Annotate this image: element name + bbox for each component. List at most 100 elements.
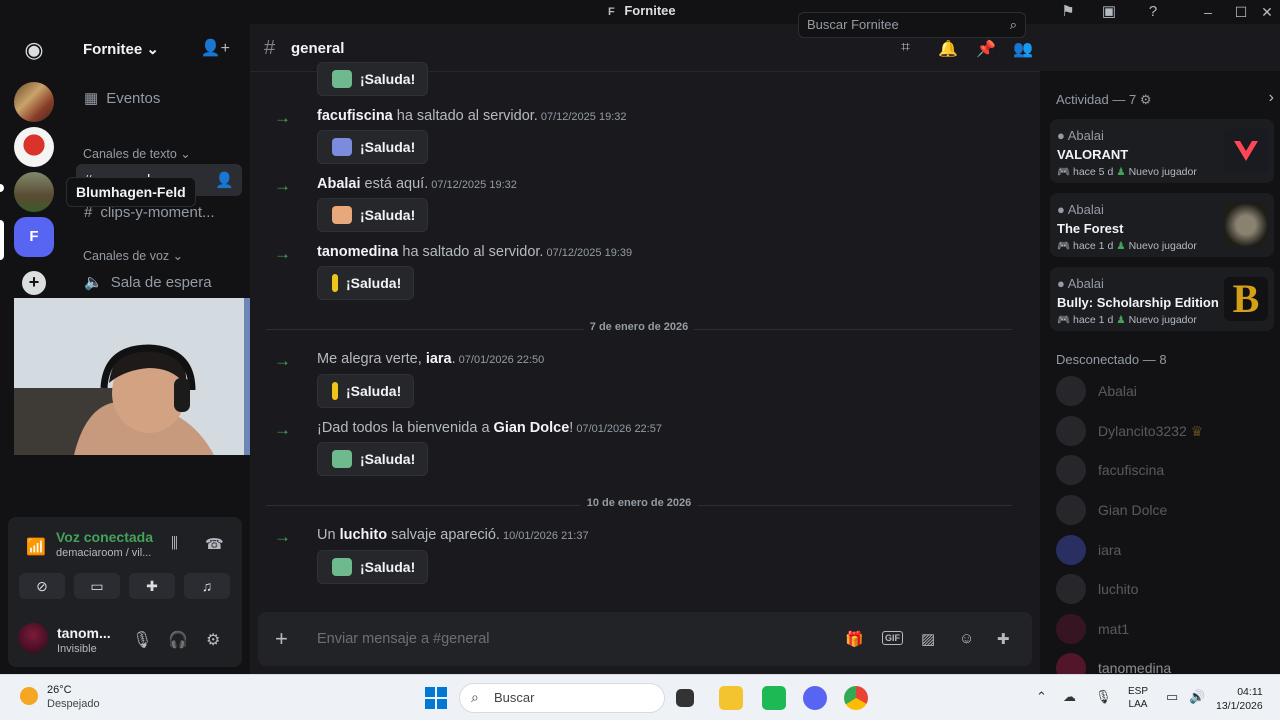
invite-icon[interactable]: 👤+	[201, 38, 230, 58]
network-icon[interactable]: ▭	[1166, 689, 1178, 705]
noise-suppression-icon[interactable]: ⫼	[171, 535, 178, 552]
member-name[interactable]: iara	[426, 351, 452, 367]
activity-user-name: Abalai	[1067, 202, 1104, 217]
minimize-button[interactable]: –	[1195, 2, 1221, 22]
wave-button[interactable]: ¡Saluda!	[317, 62, 429, 96]
help-icon[interactable]: ?	[1143, 2, 1163, 22]
date-divider-label: 7 de enero de 2026	[583, 321, 695, 333]
server-icon-blumhagen[interactable]	[14, 172, 54, 212]
activity-user-name: Abalai	[1067, 276, 1104, 291]
apps-icon[interactable]: ✚	[997, 630, 1010, 648]
voice-category[interactable]: Canales de voz ⌄	[83, 248, 183, 263]
server-icon[interactable]	[14, 127, 54, 167]
activity-card[interactable]: ● Abalai Bully: Scholarship Edition 🎮 ha…	[1050, 267, 1274, 331]
wave-button[interactable]: ¡Saluda!	[317, 130, 429, 164]
server-initial: F	[607, 6, 615, 18]
voice-location[interactable]: demaciaroom / vil...	[56, 547, 151, 559]
activity-card[interactable]: ● Abalai VALORANT 🎮 hace 5 d ♟ Nuevo jug…	[1050, 119, 1274, 183]
server-fornitee[interactable]: F	[14, 217, 54, 257]
close-button[interactable]: ✕	[1254, 2, 1280, 22]
member-name[interactable]: facufiscina	[317, 108, 393, 124]
member-name[interactable]: Abalai	[317, 176, 361, 192]
app-icon[interactable]	[762, 686, 786, 710]
server-icon[interactable]	[14, 82, 54, 122]
gif-icon[interactable]: GIF	[882, 631, 903, 645]
disconnect-icon[interactable]: ☎	[205, 535, 224, 553]
member-item[interactable]: facufiscina	[1056, 453, 1266, 487]
invite-member-icon[interactable]: 👤	[215, 171, 234, 189]
language-indicator[interactable]: ESP LAA	[1128, 685, 1148, 711]
headphones-icon[interactable]: 🎧	[168, 630, 188, 650]
inbox-icon[interactable]: ▣	[1099, 2, 1119, 22]
wave-label: ¡Saluda!	[360, 559, 416, 575]
sticker-picker-icon[interactable]: ▨	[921, 630, 935, 648]
microphone-icon[interactable]: 🎙	[1095, 689, 1112, 705]
message-composer[interactable]: + Enviar mensaje a #general 🎁 GIF ▨ ☺ ✚	[258, 612, 1032, 666]
add-server-icon[interactable]: +	[22, 271, 46, 295]
flag-icon[interactable]: ⚑	[1058, 2, 1078, 22]
activity-user: ● Abalai	[1057, 202, 1104, 217]
voice-channel-sala[interactable]: 🔈 Sala de espera	[76, 266, 242, 298]
member-name[interactable]: tanomedina	[317, 244, 398, 260]
timestamp: 10/01/2026 21:37	[502, 530, 589, 542]
message-input[interactable]: Enviar mensaje a #general	[317, 631, 490, 647]
file-explorer-app-icon[interactable]	[676, 689, 694, 707]
wave-button[interactable]: ¡Saluda!	[317, 442, 429, 476]
taskbar-search[interactable]: ⌕ Buscar	[459, 683, 665, 713]
screen-share-button[interactable]: ▭	[74, 573, 120, 599]
chrome-app-icon[interactable]	[844, 686, 868, 710]
events-item[interactable]: ▦ Eventos	[76, 82, 242, 114]
wave-button[interactable]: ¡Saluda!	[317, 198, 429, 232]
member-item[interactable]: iara	[1056, 533, 1266, 567]
activity-meta: 🎮 hace 5 d ♟ Nuevo jugador	[1057, 166, 1197, 178]
message-suffix: .	[451, 351, 456, 367]
member-item[interactable]: tanomedina	[1056, 651, 1266, 674]
username[interactable]: tanom...	[57, 625, 111, 641]
soundboard-button[interactable]: ♫	[184, 573, 230, 599]
member-item[interactable]: mat1	[1056, 612, 1266, 646]
search-input[interactable]: Buscar Fornitee ⌕	[798, 12, 1026, 38]
member-item[interactable]: luchito	[1056, 572, 1266, 606]
discord-app-icon[interactable]	[803, 686, 827, 710]
settings-gear-icon[interactable]: ⚙	[206, 630, 220, 650]
member-list-icon[interactable]: 👥	[1013, 39, 1033, 59]
text-category[interactable]: Canales de texto ⌄	[83, 146, 191, 161]
message-text: tanomedina ha saltado al servidor. 07/12/…	[317, 244, 632, 260]
discord-home-icon[interactable]: ◉	[14, 30, 54, 70]
wave-button[interactable]: ¡Saluda!	[317, 266, 415, 300]
taskbar: 26°C Despejado ⌕ Buscar ⌃ ☁ 🎙 ESP LAA ▭ 🔊 …	[0, 674, 1280, 720]
member-item[interactable]: Dylancito3232 ♛	[1056, 414, 1266, 448]
emoji-icon[interactable]: ☺	[959, 630, 974, 647]
chevron-up-icon[interactable]: ⌃	[1036, 689, 1047, 705]
notification-bell-icon[interactable]: 🔔	[938, 39, 958, 59]
server-name[interactable]: Fornitee ⌄	[83, 40, 159, 58]
voice-status[interactable]: Voz conectada	[56, 529, 153, 545]
wave-button[interactable]: ¡Saluda!	[317, 374, 415, 408]
voice-channel-label: Sala de espera	[110, 273, 212, 291]
windows-start-icon[interactable]	[425, 687, 447, 709]
microphone-icon[interactable]: 🎙	[132, 630, 152, 650]
volume-icon[interactable]: 🔊	[1189, 689, 1205, 705]
onedrive-icon[interactable]: ☁	[1063, 689, 1076, 705]
member-item[interactable]: Gian Dolce	[1056, 493, 1266, 527]
folder-app-icon[interactable]	[719, 686, 743, 710]
join-arrow-icon: →	[274, 527, 291, 546]
sticker-icon	[332, 138, 352, 156]
chevron-right-icon[interactable]: ›	[1269, 89, 1274, 107]
activities-button[interactable]: ✚	[129, 573, 175, 599]
member-name[interactable]: Gian Dolce	[494, 420, 570, 436]
member-name[interactable]: luchito	[340, 527, 388, 543]
gift-icon[interactable]: 🎁	[845, 630, 864, 648]
wave-button[interactable]: ¡Saluda!	[317, 550, 429, 584]
avatar[interactable]	[18, 623, 48, 653]
camera-off-button[interactable]: ⊘	[19, 573, 65, 599]
activity-header: Actividad — 7 ⚙	[1056, 92, 1152, 107]
threads-icon[interactable]: ⌗	[901, 39, 910, 57]
maximize-button[interactable]: ☐	[1228, 2, 1254, 22]
activity-card[interactable]: ● Abalai The Forest 🎮 hace 1 d ♟ Nuevo j…	[1050, 193, 1274, 257]
pin-icon[interactable]: 📌	[976, 39, 996, 59]
server-header[interactable]: Fornitee ⌄ 👤+	[68, 24, 250, 72]
add-attachment-icon[interactable]: +	[275, 626, 288, 652]
clock[interactable]: 04:11 13/1/2026	[1216, 685, 1263, 713]
member-item[interactable]: Abalai	[1056, 374, 1266, 408]
